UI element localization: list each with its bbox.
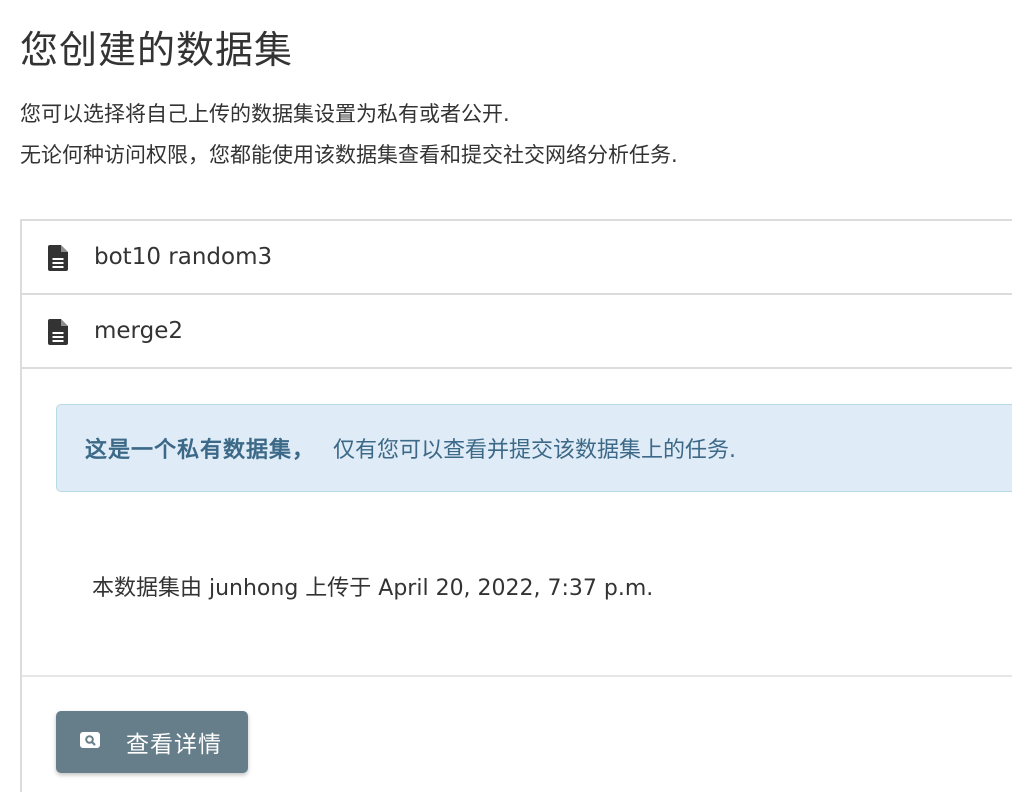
dataset-name: merge2	[94, 318, 183, 344]
page: 您创建的数据集 您可以选择将自己上传的数据集设置为私有或者公开. 无论何种访问权…	[0, 0, 1012, 792]
view-details-label: 查看详情	[126, 732, 222, 758]
page-description-line-2: 无论何种访问权限，您都能使用该数据集查看和提交社交网络分析任务.	[20, 143, 678, 167]
alert-strong-text: 这是一个私有数据集，	[85, 438, 316, 463]
dataset-detail-panel: 这是一个私有数据集， 仅有您可以查看并提交该数据集上的任务. 本数据集由 jun…	[22, 369, 1012, 677]
page-description-line-1: 您可以选择将自己上传的数据集设置为私有或者公开.	[20, 102, 510, 126]
search-icon	[80, 732, 100, 748]
private-dataset-alert: 这是一个私有数据集， 仅有您可以查看并提交该数据集上的任务.	[56, 404, 1012, 492]
alert-text: 仅有您可以查看并提交该数据集上的任务.	[333, 438, 737, 463]
dataset-list: bot10 random3 merge2 这是一个私有数据集， 仅有您可以查看并…	[20, 219, 1012, 792]
view-details-button[interactable]: 查看详情	[56, 711, 248, 773]
dataset-item-merge2[interactable]: merge2	[22, 295, 1012, 369]
dataset-item-bot10-random3[interactable]: bot10 random3	[22, 221, 1012, 295]
page-title: 您创建的数据集	[20, 28, 294, 72]
upload-info: 本数据集由 junhong 上传于 April 20, 2022, 7:37 p…	[92, 576, 654, 601]
file-text-icon	[48, 319, 68, 345]
dataset-name: bot10 random3	[94, 244, 273, 270]
file-text-icon	[48, 245, 68, 271]
